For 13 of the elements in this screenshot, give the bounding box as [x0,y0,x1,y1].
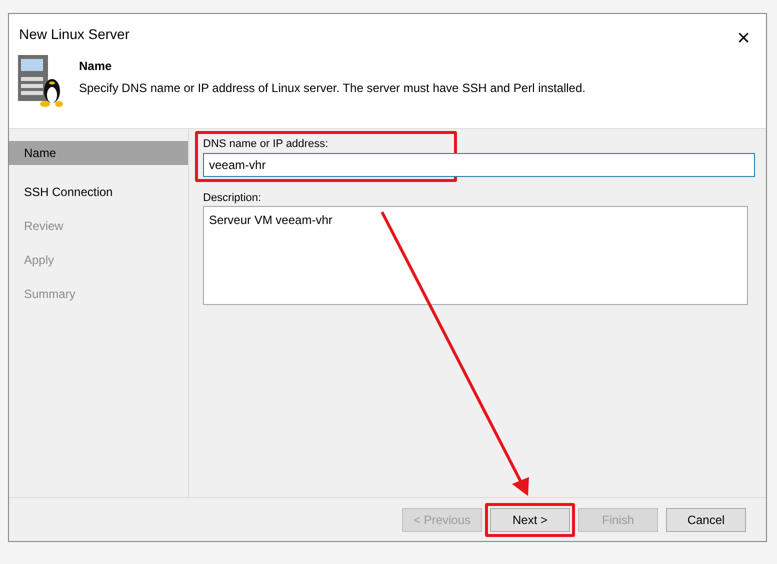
wizard-step[interactable]: SSH Connection [9,175,188,209]
description-field[interactable]: Serveur VM veeam-vhr [203,206,748,305]
dns-input-field[interactable]: veeam-vhr [203,152,755,176]
linux-server-icon [17,53,63,109]
wizard-button[interactable]: Cancel [666,508,746,532]
field-label: Description: [203,190,262,206]
wizard-button[interactable]: Next > [490,508,570,532]
step-description: Specify DNS name or IP address of Linux server. The server must have SSH and Perl installed. [79,80,586,97]
wizard-step[interactable]: Name [9,141,188,165]
step-title: Name [79,58,113,75]
close-button[interactable]: × [731,24,756,51]
field-label: DNS name or IP address: [203,137,330,152]
window-title: New Linux Server [19,25,130,44]
